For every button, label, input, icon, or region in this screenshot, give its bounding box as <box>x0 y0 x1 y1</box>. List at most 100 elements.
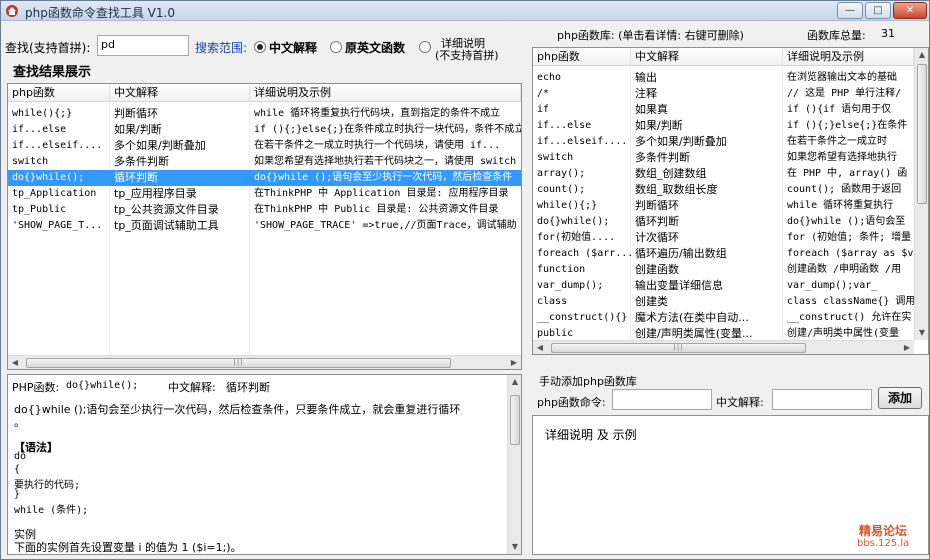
library-cell-function: for(初始值.... <box>537 232 616 243</box>
scope-chinese-label: 中文解释 <box>269 41 318 55</box>
library-row[interactable]: foreach ($arr... 循环遍历/输出数组 foreach ($array… <box>533 246 914 262</box>
detail-line: do <box>14 451 27 462</box>
library-count-label: 函数库总量: <box>807 29 866 42</box>
library-cell-chinese: 数组_创建数组 <box>635 167 707 180</box>
results-row[interactable]: switch 多条件判断 如果您希望有选择地执行若干代码块之一，请使用 switch <box>8 154 521 170</box>
results-col-detail[interactable]: 详细说明及示例 <box>250 84 521 102</box>
library-row[interactable]: array(); 数组_创建数组 在 PHP 中, array() 函 <box>533 166 914 182</box>
search-input[interactable]: pd <box>97 35 189 56</box>
scroll-up-icon[interactable]: ▲ <box>508 375 521 389</box>
detail-vscrollbar[interactable]: ▲ ▼ <box>507 375 521 554</box>
results-col-chinese[interactable]: 中文解释 <box>110 84 250 102</box>
library-cell-function: while(){;} <box>537 200 598 211</box>
scope-radio-chinese[interactable] <box>254 41 266 53</box>
detail-panel[interactable]: PHP函数: do{}while(); 中文解释: 循环判断 do{}while… <box>7 374 522 555</box>
library-hscrollbar[interactable]: ◀ ||| ▶ <box>533 340 914 354</box>
library-header: php函数库: (单击看详情: 右键可删除) <box>557 29 744 42</box>
results-row[interactable]: tp_Public tp_公共资源文件目录 在ThinkPHP 中 Public 目… <box>8 202 521 218</box>
results-col-function[interactable]: php函数 <box>8 84 110 102</box>
results-cell-chinese: tp_应用程序目录 <box>114 187 197 200</box>
results-cell-detail: 在ThinkPHP 中 Public 目录是: 公共资源文件目录 <box>254 204 499 215</box>
library-cell-function: public <box>537 328 574 339</box>
library-cell-chinese: 计次循环 <box>635 231 679 244</box>
library-cell-function: if...elseif.... <box>537 136 628 147</box>
library-col-function[interactable]: php函数 <box>533 48 631 66</box>
title-bar[interactable]: php函数命令查找工具 V1.0 — □ ✕ <box>1 1 929 21</box>
results-row[interactable]: while(){;} 判断循环 while 循环将重复执行代码块，直到指定的条件不成… <box>8 106 521 122</box>
library-row[interactable]: echo 输出 在浏览器输出文本的基础 <box>533 70 914 86</box>
library-row[interactable]: if...else 如果/判断 if (){;}else{;}在条件 <box>533 118 914 134</box>
library-cell-detail: do{}while ();语句会至 <box>787 216 906 227</box>
results-cell-detail: do{}while ();语句会至少执行一次代码，然后检查条件 <box>254 172 513 183</box>
library-cell-chinese: 如果/判断 <box>635 119 683 132</box>
scope-radio-english[interactable] <box>330 41 342 53</box>
library-row[interactable]: public 创建/声明类属性(变量... 创建/声明类中属性(变量 <box>533 326 914 340</box>
library-row[interactable]: for(初始值.... 计次循环 for (初始值; 条件; 增量 <box>533 230 914 246</box>
results-row[interactable]: do{}while(); 循环判断 do{}while ();语句会至少执行一次代… <box>8 170 521 186</box>
results-hscrollbar[interactable]: ◀ ||| ▶ <box>8 355 521 369</box>
results-row[interactable]: if...elseif.... 多个如果/判断叠加 在若干条件之一成立时执行一个代码… <box>8 138 521 154</box>
library-cell-detail: __construct() 允许在实 <box>787 312 912 323</box>
results-row[interactable]: tp_Application tp_应用程序目录 在ThinkPHP 中 Appli… <box>8 186 521 202</box>
library-row[interactable]: __construct(){} 魔术方法(在类中自动... __construct(… <box>533 310 914 326</box>
library-cell-chinese: 如果真 <box>635 103 668 116</box>
results-row[interactable]: if...else 如果/判断 if (){;}else{;}在条件成立时执行一块代… <box>8 122 521 138</box>
library-cell-detail: 在若干条件之一成立时 <box>787 136 887 147</box>
manual-fn-input[interactable] <box>612 389 712 410</box>
search-scope-label: 搜索范围: <box>195 41 248 55</box>
library-row[interactable]: function 创建函数 创建函数 /申明函数 /用 <box>533 262 914 278</box>
library-cell-function: /* <box>537 88 550 99</box>
library-cell-function: if <box>537 104 550 115</box>
library-row[interactable]: if...elseif.... 多个如果/判断叠加 在若干条件之一成立时 <box>533 134 914 150</box>
library-col-detail[interactable]: 详细说明及示例 <box>783 48 914 66</box>
library-row[interactable]: do{}while(); 循环判断 do{}while ();语句会至 <box>533 214 914 230</box>
library-row[interactable]: while(){;} 判断循环 while 循环将重复执行 <box>533 198 914 214</box>
detail-line: 下面的实例首先设置变量 i 的值为 1 ($i=1;)。 <box>14 540 242 554</box>
library-row[interactable]: count(); 数组_取数组长度 count(); 函数用于返回 <box>533 182 914 198</box>
results-cell-chinese: 判断循环 <box>114 107 158 120</box>
library-row[interactable]: class 创建类 class className{} 调用 <box>533 294 914 310</box>
library-row[interactable]: /* 注释 // 这是 PHP 单行注释/ <box>533 86 914 102</box>
detail-line: while (条件); <box>14 505 89 516</box>
library-cell-chinese: 循环判断 <box>635 215 679 228</box>
scroll-right-icon[interactable]: ▶ <box>900 341 914 354</box>
scroll-up-icon[interactable]: ▲ <box>915 48 928 62</box>
results-cell-function: tp_Application <box>12 188 97 199</box>
results-hscroll-thumb[interactable]: ||| <box>26 358 451 368</box>
maximize-button[interactable]: □ <box>865 2 891 19</box>
library-cell-chinese: 多条件判断 <box>635 151 690 164</box>
detail-vscroll-thumb[interactable] <box>510 395 520 445</box>
scroll-left-icon[interactable]: ◀ <box>8 356 22 369</box>
results-cell-function: 'SHOW_PAGE_T... <box>12 220 103 231</box>
detail-fn-value: do{}while(); <box>66 380 139 391</box>
detail-cn-value: 循环判断 <box>226 381 270 394</box>
library-row[interactable]: switch 多条件判断 如果您希望有选择地执行 <box>533 150 914 166</box>
results-rows: while(){;} 判断循环 while 循环将重复执行代码块，直到指定的条件不成… <box>8 106 521 346</box>
results-list[interactable]: php函数 中文解释 详细说明及示例 while(){;} 判断循环 while 循… <box>7 83 522 370</box>
results-cell-detail: while 循环将重复执行代码块，直到指定的条件不成立 <box>254 108 501 119</box>
library-cell-detail: var_dump();var_ <box>787 280 878 291</box>
library-cell-detail: if (){;}else{;}在条件 <box>787 120 908 131</box>
library-cell-function: switch <box>537 152 574 163</box>
library-list[interactable]: php函数 中文解释 详细说明及示例 echo 输出 在浏览器输出文本的基础 /* 注释… <box>532 47 929 355</box>
close-button[interactable]: ✕ <box>893 2 927 19</box>
library-hscroll-thumb[interactable]: ||| <box>551 343 806 353</box>
library-row[interactable]: var_dump(); 输出变量详细信息 var_dump();var_ <box>533 278 914 294</box>
library-col-chinese[interactable]: 中文解释 <box>631 48 783 66</box>
scroll-right-icon[interactable]: ▶ <box>507 356 521 369</box>
library-cell-function: do{}while(); <box>537 216 610 227</box>
minimize-button[interactable]: — <box>837 2 863 19</box>
manual-cn-input[interactable] <box>772 389 872 410</box>
scroll-down-icon[interactable]: ▼ <box>915 326 928 340</box>
library-cell-detail: 在浏览器输出文本的基础 <box>787 72 897 83</box>
library-vscrollbar[interactable]: ▲ ▼ <box>914 48 928 340</box>
scroll-left-icon[interactable]: ◀ <box>533 341 547 354</box>
results-row[interactable]: 'SHOW_PAGE_T... tp_页面调试辅助工具 'SHOW_PAGE_TRA… <box>8 218 521 234</box>
library-row[interactable]: if 如果真 if (){if 语句用于仅 <box>533 102 914 118</box>
scope-radio-detail[interactable] <box>419 41 431 53</box>
library-vscroll-thumb[interactable] <box>917 64 927 204</box>
library-cell-function: function <box>537 264 586 275</box>
add-button[interactable]: 添加 <box>878 387 922 409</box>
scroll-down-icon[interactable]: ▼ <box>508 540 521 554</box>
library-cell-function: __construct(){} <box>537 312 628 323</box>
